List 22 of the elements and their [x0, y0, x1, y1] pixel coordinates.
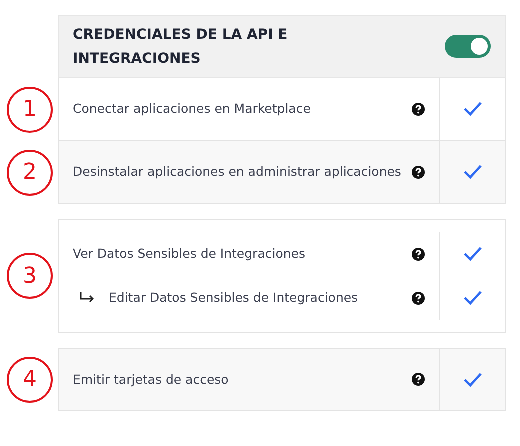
callout-number: 4	[7, 356, 53, 402]
permission-label: Emitir tarjetas de acceso	[73, 370, 230, 389]
check-icon[interactable]	[462, 372, 482, 388]
callout-number: 2	[7, 150, 53, 196]
check-icon[interactable]	[462, 164, 482, 180]
permission-label: Conectar aplicaciones en Marketplace	[73, 100, 312, 118]
callout-number: 3	[7, 253, 53, 299]
callout-number: 1	[7, 86, 53, 132]
help-icon[interactable]	[412, 292, 425, 304]
sub-arrow-icon	[79, 292, 97, 304]
toggle-switch[interactable]	[445, 35, 491, 58]
check-icon[interactable]	[462, 290, 482, 306]
section-title: CREDENCIALES DE LA API E INTEGRACIONES	[73, 26, 289, 68]
check-icon[interactable]	[462, 246, 482, 262]
check-icon[interactable]	[462, 101, 482, 117]
permission-label: Editar Datos Sensibles de Integraciones	[109, 289, 360, 307]
help-icon[interactable]	[412, 248, 425, 260]
help-icon[interactable]	[412, 102, 425, 116]
permission-label: Ver Datos Sensibles de Integraciones	[73, 245, 306, 263]
help-icon[interactable]	[412, 373, 425, 386]
permission-label: Desinstalar aplicaciones en administrar aplicaciones	[73, 163, 402, 181]
help-icon[interactable]	[412, 166, 425, 178]
